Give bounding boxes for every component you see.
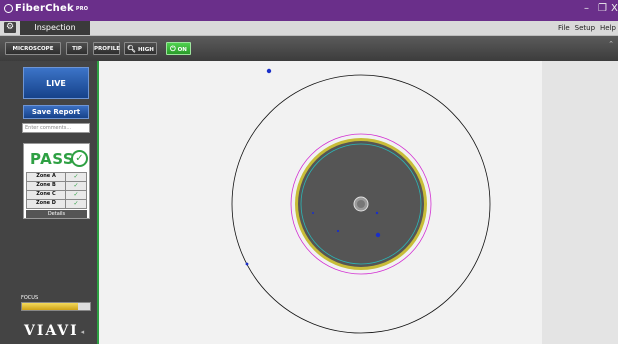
defect-marker	[336, 229, 340, 233]
defect-marker	[266, 68, 272, 74]
zone-status-icon: ✓	[73, 191, 79, 198]
defect-marker	[375, 211, 379, 215]
check-circle-icon: ✓	[71, 150, 88, 167]
zone-status-icon: ✓	[73, 173, 79, 180]
zone-row: Zone D ✓	[26, 199, 87, 209]
minimize-button[interactable]: –	[584, 3, 589, 14]
save-report-button[interactable]: Save Report	[23, 105, 89, 119]
fiber-image-view[interactable]	[97, 61, 618, 344]
tip-button[interactable]: TIP	[66, 42, 88, 55]
magnification-label: HIGH	[138, 47, 154, 53]
zone-name: Zone D	[27, 200, 66, 208]
zone-status-icon: ✓	[73, 182, 79, 189]
defect-marker	[375, 232, 381, 238]
core-center	[357, 200, 365, 208]
zone-row: Zone C ✓	[26, 190, 87, 199]
title-bar: FiberChek PRO – ❐ X	[0, 0, 618, 21]
fiber-endface	[231, 68, 491, 334]
profile-button[interactable]: PROFILE	[93, 42, 120, 55]
defect-marker	[245, 262, 249, 266]
brand-mark-icon: ◂	[80, 326, 85, 336]
result-panel: PASS ✓ Zone A ✓ Zone B ✓ Zone C ✓ Zone D…	[23, 143, 90, 219]
toolbar: MICROSCOPE TIP PROFILE 🔍︎ HIGH ⏻ ON ⌃	[0, 36, 618, 61]
details-button[interactable]: Details	[26, 210, 87, 218]
app-title: FiberChek PRO	[4, 3, 88, 14]
focus-meter-fill	[22, 303, 78, 310]
menu-bar: File Setup Help	[558, 22, 616, 34]
collapse-chevron-icon[interactable]: ⌃	[608, 40, 614, 48]
viavi-logo: VIAVI ◂	[24, 323, 84, 339]
power-icon: ⏻	[170, 45, 176, 53]
zone-name: Zone C	[27, 191, 66, 199]
overlay-toggle-label: ON	[177, 47, 187, 53]
zone-row: Zone A ✓	[26, 172, 87, 181]
pass-label: PASS	[30, 150, 75, 168]
sidebar: LIVE Save Report Enter comments... PASS …	[0, 61, 97, 344]
brand-name: VIAVI	[24, 323, 79, 339]
zone-name: Zone B	[27, 182, 66, 190]
app-name: FiberChek	[15, 3, 74, 14]
menu-setup[interactable]: Setup	[575, 22, 595, 34]
zone-status-icon: ✓	[73, 200, 79, 207]
restore-button[interactable]: ❐	[598, 3, 607, 14]
magnification-button[interactable]: 🔍︎ HIGH	[124, 42, 157, 55]
zone-row: Zone B ✓	[26, 181, 87, 190]
magnifier-icon: 🔍︎	[127, 45, 137, 53]
app-suffix: PRO	[75, 5, 89, 12]
focus-meter	[21, 302, 91, 311]
menu-help[interactable]: Help	[600, 22, 616, 34]
live-button[interactable]: LIVE	[23, 67, 89, 99]
comments-input[interactable]: Enter comments...	[22, 123, 90, 133]
tab-row: ⚙ Inspection File Setup Help	[0, 21, 618, 36]
defect-marker	[312, 212, 314, 214]
tab-inspection[interactable]: Inspection	[20, 21, 90, 35]
zone-name: Zone A	[27, 173, 66, 181]
close-button[interactable]: X	[611, 3, 618, 14]
menu-file[interactable]: File	[558, 22, 570, 34]
overlay-toggle[interactable]: ⏻ ON	[166, 42, 191, 55]
focus-label: FOCUS	[21, 295, 39, 301]
microscope-button[interactable]: MICROSCOPE	[5, 42, 61, 55]
zone-table: Zone A ✓ Zone B ✓ Zone C ✓ Zone D ✓	[26, 172, 87, 209]
fiberchek-logo-icon	[4, 4, 13, 13]
gear-icon[interactable]: ⚙	[4, 22, 16, 33]
